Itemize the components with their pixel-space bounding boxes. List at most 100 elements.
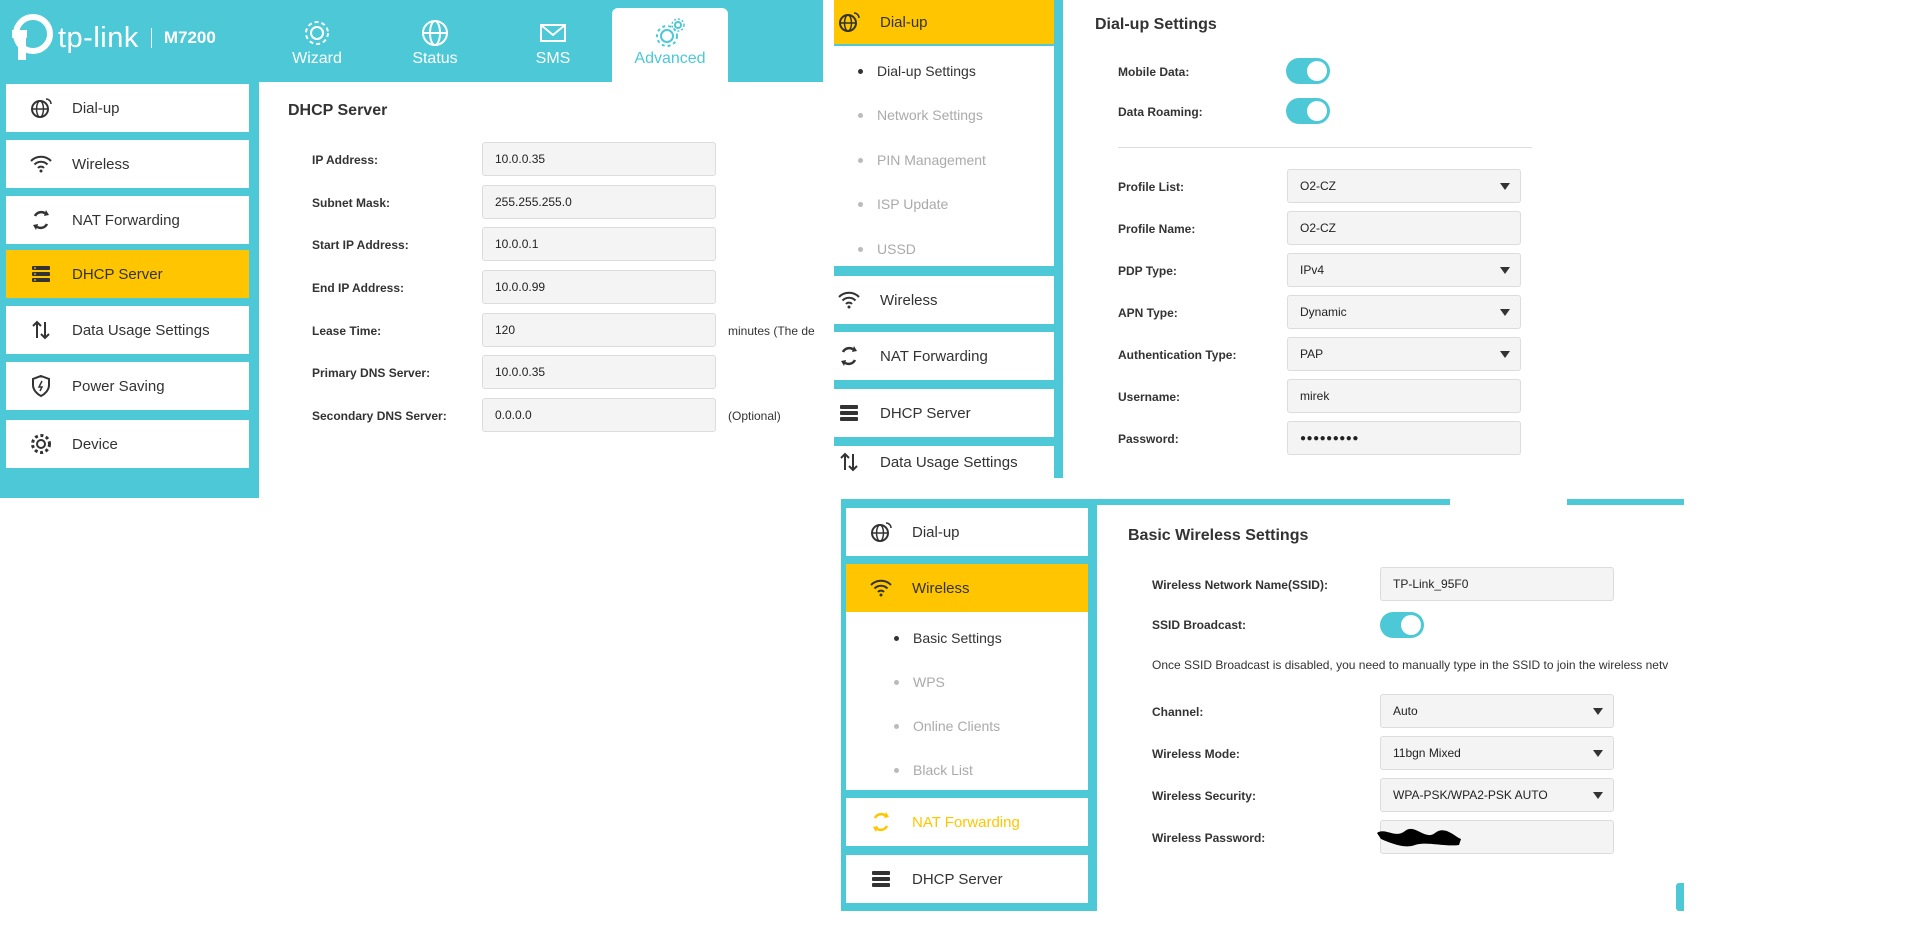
bullet bbox=[858, 246, 863, 252]
lease-time-field[interactable]: 120 bbox=[482, 313, 716, 347]
sidebar-item-nat-forwarding[interactable]: NAT Forwarding bbox=[6, 196, 249, 244]
sidebar-item-wireless[interactable]: Wireless bbox=[846, 564, 1088, 612]
wireless-security-label: Wireless Security: bbox=[1152, 789, 1256, 803]
sidebar-item-dhcp-server[interactable]: DHCP Server bbox=[834, 389, 1054, 437]
nat-icon bbox=[28, 207, 54, 233]
secondary-dns-field[interactable]: 0.0.0.0 bbox=[482, 398, 716, 432]
divider bbox=[1118, 147, 1532, 148]
password-label: Password: bbox=[1118, 432, 1179, 446]
primary-dns-field[interactable]: 10.0.0.35 bbox=[482, 355, 716, 389]
profile-list-select[interactable]: O2-CZ bbox=[1287, 169, 1521, 203]
tab-advanced[interactable]: Advanced bbox=[612, 8, 728, 82]
wireless-password-label: Wireless Password: bbox=[1152, 831, 1266, 845]
sidebar-item-power-saving[interactable]: Power Saving bbox=[6, 362, 249, 410]
globe-dialup-icon bbox=[28, 95, 54, 121]
dhcp-icon bbox=[868, 866, 894, 892]
nat-icon bbox=[836, 343, 862, 369]
subnav-label: Network Settings bbox=[877, 107, 983, 123]
wireless-password-field[interactable] bbox=[1377, 820, 1614, 854]
wireless-mode-select[interactable]: 11bgn Mixed bbox=[1380, 736, 1614, 770]
bullet bbox=[894, 767, 899, 773]
authentication-type-select[interactable]: PAP bbox=[1287, 337, 1521, 371]
subnav-label: Basic Settings bbox=[913, 630, 1002, 646]
username-field[interactable]: mirek bbox=[1287, 379, 1521, 413]
chevron-down-icon bbox=[1500, 309, 1510, 316]
tp-link-logo-icon bbox=[12, 14, 53, 60]
password-field[interactable]: ●●●●●●●●● bbox=[1287, 421, 1521, 455]
subnav-label: Online Clients bbox=[913, 718, 1001, 734]
tab-status[interactable]: Status bbox=[377, 8, 493, 82]
data-roaming-label: Data Roaming: bbox=[1118, 105, 1203, 119]
sidebar-item-nat-forwarding[interactable]: NAT Forwarding bbox=[834, 332, 1054, 380]
page-title: DHCP Server bbox=[288, 102, 388, 119]
tab-wizard[interactable]: Wizard bbox=[259, 8, 375, 82]
gears-icon bbox=[656, 18, 685, 47]
page-title: Dial-up Settings bbox=[1095, 16, 1217, 33]
sidebar-item-label: DHCP Server bbox=[880, 404, 971, 422]
ssid-broadcast-toggle[interactable] bbox=[1380, 612, 1424, 638]
bullet bbox=[894, 679, 899, 685]
subnav-pin-management[interactable]: PIN Management bbox=[834, 145, 1054, 175]
sidebar-item-nat-forwarding[interactable]: NAT Forwarding bbox=[846, 798, 1088, 846]
sidebar-item-dial-up-header[interactable]: Dial-up bbox=[834, 0, 1054, 44]
subnav-label: Dial-up Settings bbox=[877, 63, 976, 79]
sidebar-item-label: Dial-up bbox=[880, 13, 928, 31]
sidebar-item-dial-up[interactable]: Dial-up bbox=[846, 508, 1088, 556]
sidebar-item-label: DHCP Server bbox=[912, 870, 1003, 888]
channel-select[interactable]: Auto bbox=[1380, 694, 1614, 728]
sidebar-item-label: Power Saving bbox=[72, 377, 165, 395]
subnav-dial-up-settings[interactable]: Dial-up Settings bbox=[834, 56, 1054, 86]
end-ip-field[interactable]: 10.0.0.99 bbox=[482, 270, 716, 304]
start-ip-field[interactable]: 10.0.0.1 bbox=[482, 227, 716, 261]
wireless-top-bar-right bbox=[1567, 499, 1684, 505]
tab-sms[interactable]: SMS bbox=[495, 8, 611, 82]
subnav-black-list[interactable]: Black List bbox=[870, 756, 1080, 784]
globe-dialup-icon bbox=[868, 519, 894, 545]
tab-label: Wizard bbox=[292, 50, 342, 67]
subnav-wps[interactable]: WPS bbox=[870, 668, 1080, 696]
sidebar-item-dial-up[interactable]: Dial-up bbox=[6, 84, 249, 132]
wireless-mode-label: Wireless Mode: bbox=[1152, 747, 1240, 761]
sidebar-item-data-usage-settings[interactable]: Data Usage Settings bbox=[834, 446, 1054, 478]
data-roaming-toggle[interactable] bbox=[1286, 98, 1330, 124]
profile-name-field[interactable]: O2-CZ bbox=[1287, 211, 1521, 245]
wireless-security-select[interactable]: WPA-PSK/WPA2-PSK AUTO bbox=[1380, 778, 1614, 812]
chevron-down-icon bbox=[1593, 792, 1603, 799]
subnav-label: ISP Update bbox=[877, 196, 949, 212]
apn-type-label: APN Type: bbox=[1118, 306, 1178, 320]
apn-type-select[interactable]: Dynamic bbox=[1287, 295, 1521, 329]
mobile-data-toggle[interactable] bbox=[1286, 58, 1330, 84]
subnav-ussd[interactable]: USSD bbox=[834, 234, 1054, 264]
select-value: 11bgn Mixed bbox=[1393, 746, 1461, 760]
sidebar-item-data-usage-settings[interactable]: Data Usage Settings bbox=[6, 306, 249, 354]
subnet-mask-field[interactable]: 255.255.255.0 bbox=[482, 185, 716, 219]
ssid-field[interactable]: TP-Link_95F0 bbox=[1380, 567, 1614, 601]
brand-logo: tp-link M7200 bbox=[6, 8, 256, 68]
chevron-down-icon bbox=[1500, 267, 1510, 274]
tab-label: Advanced bbox=[634, 50, 706, 67]
subnav-isp-update[interactable]: ISP Update bbox=[834, 189, 1054, 219]
sidebar-item-dhcp-server[interactable]: DHCP Server bbox=[6, 250, 249, 298]
sidebar-item-wireless[interactable]: Wireless bbox=[834, 276, 1054, 324]
sidebar-item-label: Wireless bbox=[880, 291, 938, 309]
select-value: Dynamic bbox=[1300, 305, 1347, 319]
wifi-icon bbox=[28, 151, 54, 177]
subnav-label: USSD bbox=[877, 241, 916, 257]
subnav-online-clients[interactable]: Online Clients bbox=[870, 712, 1080, 740]
sidebar-item-device[interactable]: Device bbox=[6, 420, 249, 468]
end-ip-label: End IP Address: bbox=[312, 281, 405, 295]
nat-icon bbox=[868, 809, 894, 835]
sidebar-item-dhcp-server[interactable]: DHCP Server bbox=[846, 855, 1088, 903]
chevron-down-icon bbox=[1593, 708, 1603, 715]
bullet bbox=[858, 68, 863, 74]
pdp-type-select[interactable]: IPv4 bbox=[1287, 253, 1521, 287]
sidebar-item-label: Dial-up bbox=[72, 99, 120, 117]
select-value: WPA-PSK/WPA2-PSK AUTO bbox=[1393, 788, 1548, 802]
ip-address-field[interactable]: 10.0.0.35 bbox=[482, 142, 716, 176]
sidebar-item-wireless[interactable]: Wireless bbox=[6, 140, 249, 188]
dhcp-icon bbox=[836, 400, 862, 426]
start-ip-label: Start IP Address: bbox=[312, 238, 409, 252]
subnav-network-settings[interactable]: Network Settings bbox=[834, 100, 1054, 130]
primary-dns-label: Primary DNS Server: bbox=[312, 366, 431, 380]
subnav-basic-settings[interactable]: Basic Settings bbox=[870, 624, 1080, 652]
